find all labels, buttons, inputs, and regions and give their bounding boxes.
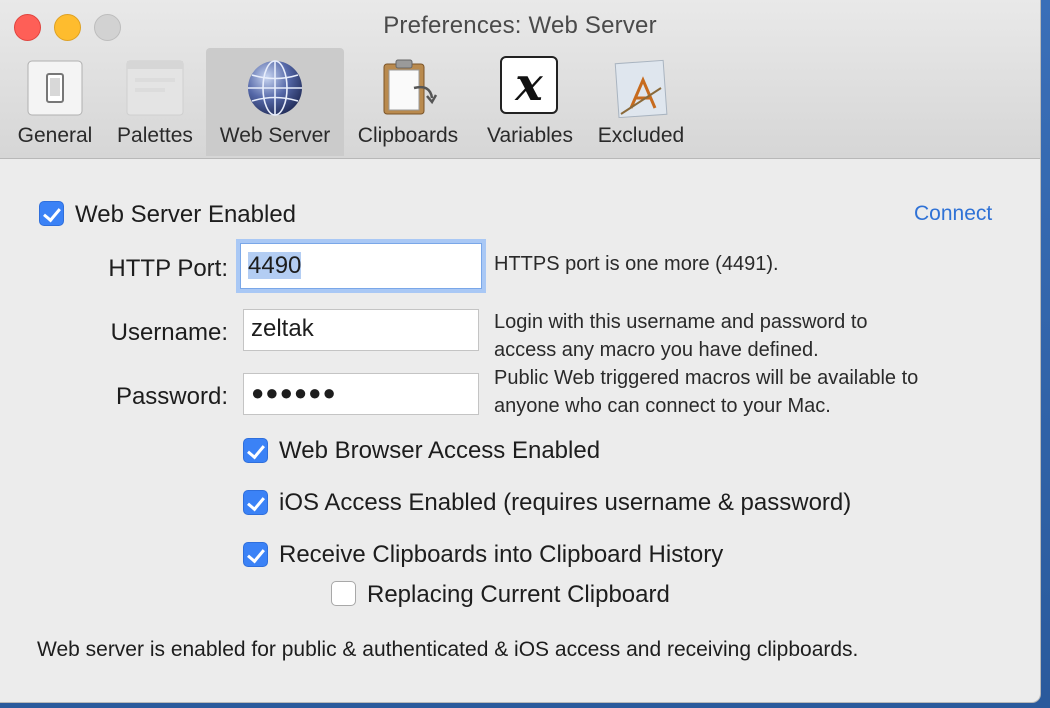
- receive-clipboards-label: Receive Clipboards into Clipboard Histor…: [279, 541, 724, 568]
- tab-variables[interactable]: x Variables: [478, 48, 582, 156]
- tab-clipboards-label: Clipboards: [357, 124, 459, 147]
- receive-clipboards-checkbox[interactable]: [243, 542, 268, 567]
- web-server-pane: Web Server Enabled Connect HTTP Port: 44…: [0, 159, 1040, 702]
- variable-glyph: x: [500, 56, 558, 114]
- username-help-line1: Login with this username and password to: [494, 311, 868, 333]
- title-bar: Preferences: Web Server General Palettes…: [0, 0, 1040, 159]
- tab-palettes[interactable]: Palettes: [106, 48, 204, 156]
- excluded-app-icon: [611, 58, 671, 119]
- window-title: Preferences: Web Server: [383, 12, 657, 39]
- replacing-clipboard-checkbox[interactable]: [331, 581, 356, 606]
- http-port-field[interactable]: 4490: [240, 243, 482, 289]
- tab-web-server[interactable]: Web Server: [206, 48, 344, 156]
- web-server-enabled-checkbox[interactable]: [39, 201, 64, 226]
- http-port-help: HTTPS port is one more (4491).: [494, 253, 779, 275]
- switch-icon: [25, 58, 85, 118]
- globe-icon: [245, 58, 305, 118]
- username-help: Login with this username and password to…: [494, 308, 868, 364]
- password-help-line2: anyone who can connect to your Mac.: [494, 395, 831, 417]
- password-label: Password:: [115, 383, 228, 410]
- username-help-line2: access any macro you have defined.: [494, 339, 819, 361]
- http-port-label: HTTP Port:: [108, 255, 228, 282]
- tab-excluded-label: Excluded: [597, 124, 685, 147]
- preferences-window: Preferences: Web Server General Palettes…: [0, 0, 1040, 702]
- ios-access-checkbox[interactable]: [243, 490, 268, 515]
- variable-x-icon: x: [500, 56, 560, 116]
- tab-clipboards[interactable]: Clipboards: [348, 48, 468, 156]
- tab-excluded[interactable]: Excluded: [588, 48, 694, 156]
- ios-access-label: iOS Access Enabled (requires username & …: [279, 489, 852, 516]
- web-browser-access-label: Web Browser Access Enabled: [279, 437, 601, 464]
- tab-general-label: General: [17, 124, 93, 147]
- http-port-value: 4490: [248, 252, 302, 279]
- web-browser-access-checkbox[interactable]: [243, 438, 268, 463]
- clipboard-icon: [378, 58, 438, 118]
- connect-link[interactable]: Connect: [914, 202, 992, 226]
- tab-general[interactable]: General: [6, 48, 104, 156]
- web-server-enabled-label: Web Server Enabled: [75, 201, 297, 228]
- username-label: Username:: [110, 319, 228, 346]
- palette-icon: [125, 58, 185, 118]
- tab-palettes-label: Palettes: [117, 124, 193, 147]
- replacing-clipboard-label: Replacing Current Clipboard: [367, 581, 670, 608]
- password-help-line1: Public Web triggered macros will be avai…: [494, 367, 919, 389]
- password-help: Public Web triggered macros will be avai…: [494, 364, 918, 420]
- password-field[interactable]: ●●●●●●: [243, 373, 479, 415]
- tab-web-server-label: Web Server: [219, 124, 331, 147]
- status-text: Web server is enabled for public & authe…: [37, 638, 859, 661]
- username-field[interactable]: zeltak: [243, 309, 479, 351]
- tab-variables-label: Variables: [487, 124, 573, 147]
